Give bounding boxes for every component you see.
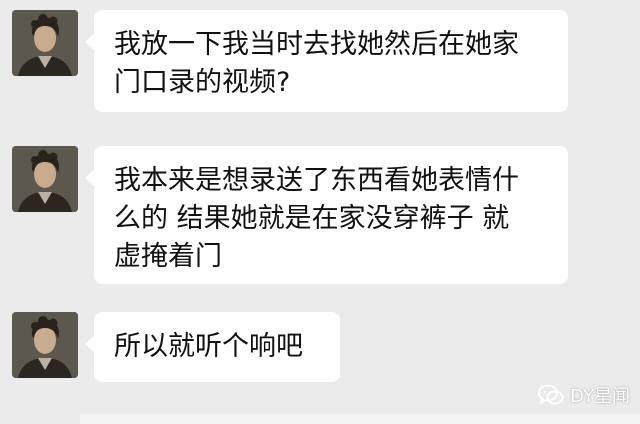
message-bubble: 我本来是想录送了东西看她表情什 么的 结果她就是在家没穿裤子 就 虚掩着门 [85,146,568,284]
watermark-text: DY星闻 [570,386,630,407]
message-text: 门口录的视频? [114,67,291,98]
wechat-icon [538,384,564,405]
watermark: DY星闻 [538,382,630,408]
message-text: 么的 结果她就是在家没穿裤子 就 [114,203,510,234]
chat-message: 我本来是想录送了东西看她表情什 么的 结果她就是在家没穿裤子 就 虚掩着门 [12,146,568,284]
message-bubble: 所以就听个响吧 [85,312,340,382]
chat-message: 我放一下我当时去找她然后在她家 门口录的视频? [12,10,568,112]
chat-message: 所以就听个响吧 [12,312,340,382]
avatar[interactable] [12,146,78,212]
avatar-portrait-icon [12,312,78,378]
avatar-portrait-icon [12,10,78,76]
message-text: 我放一下我当时去找她然后在她家 [114,29,519,60]
next-message-bubble-edge [80,414,640,424]
message-text: 虚掩着门 [114,241,222,272]
message-text: 我本来是想录送了东西看她表情什 [114,165,519,196]
avatar[interactable] [12,10,78,76]
message-bubble: 我放一下我当时去找她然后在她家 门口录的视频? [85,10,568,112]
avatar-portrait-icon [12,146,78,212]
avatar[interactable] [12,312,78,378]
message-text: 所以就听个响吧 [114,331,303,362]
